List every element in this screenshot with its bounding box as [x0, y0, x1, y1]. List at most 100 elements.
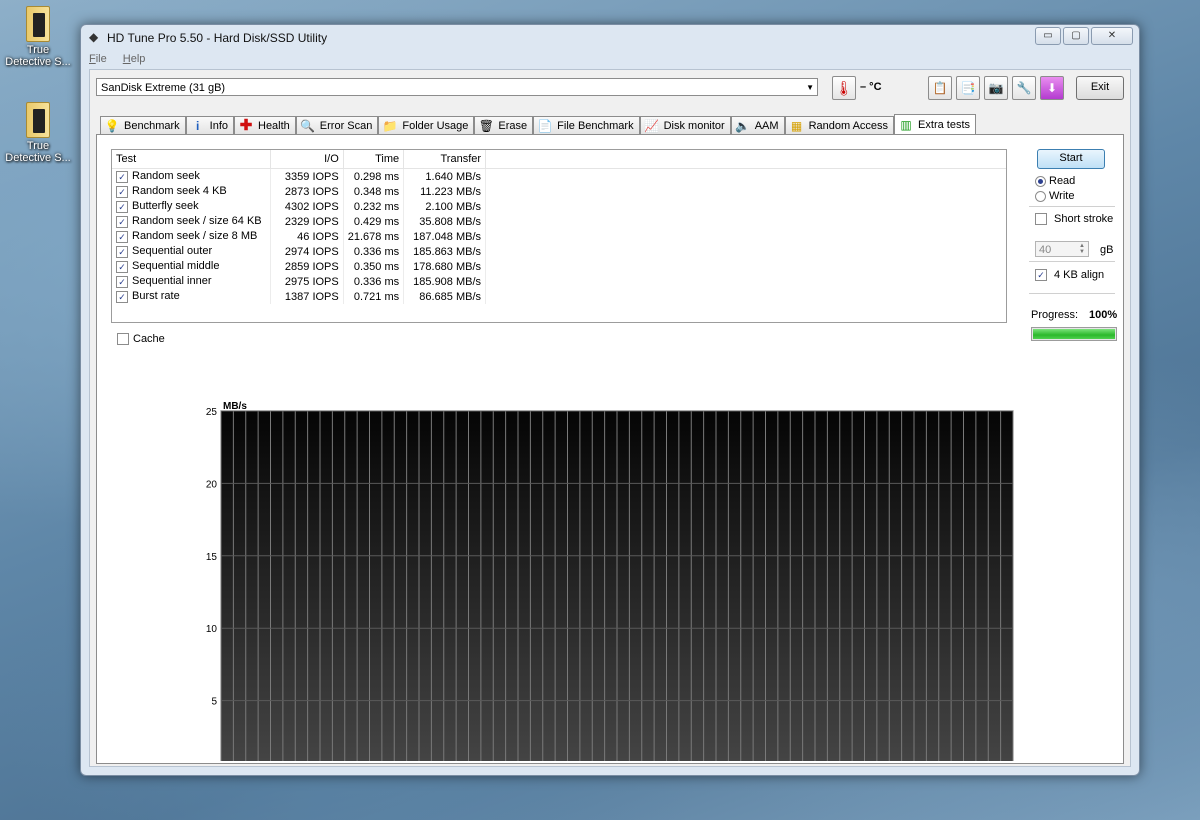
test-checkbox[interactable]: ✓ [116, 230, 128, 243]
health-icon: ✚ [239, 117, 253, 134]
tab-label: Random Access [808, 120, 889, 132]
read-radio-dot[interactable] [1035, 175, 1046, 187]
column-header-time[interactable]: Time [343, 150, 405, 169]
maximize-button[interactable]: ▢ [1063, 27, 1089, 45]
time-cell: 0.336 ms [343, 244, 405, 259]
minimize-button[interactable]: ▭ [1035, 27, 1061, 45]
test-name: Random seek [132, 170, 200, 183]
tab-erase[interactable]: 🗑 Erase [474, 116, 534, 135]
desktop-icon-label: True Detective S... [5, 44, 71, 68]
tab-bar: 💡 Benchmark i Info ✚ Health 🔍 Error Scan 📁 Fo… [100, 114, 977, 135]
write-radio-dot[interactable] [1035, 190, 1046, 202]
read-radio[interactable]: Read [1035, 175, 1075, 187]
stroke-size-stepper[interactable]: 40 ▲ ▼ [1035, 241, 1089, 257]
trash-icon: 🗑 [478, 119, 495, 133]
tab-random-access[interactable]: ▦ Random Access [784, 116, 895, 135]
menu-file[interactable]: File [89, 53, 107, 65]
options-icon: 🔧 [1016, 81, 1032, 95]
copy-info-button[interactable]: 📋 [928, 76, 952, 100]
table-row[interactable]: ✓ Burst rate 1387 IOPS 0.721 ms 86.685 MB/s [112, 289, 1006, 304]
temperature-button[interactable]: 🌡 [832, 76, 856, 100]
transfer-cell: 185.863 MB/s [403, 244, 487, 259]
table-row[interactable]: ✓ Random seek / size 8 MB 46 IOPS 21.678 ms… [112, 229, 1006, 244]
copy-results-button[interactable]: 📑 [956, 76, 980, 100]
extra-tests-icon: ▥ [900, 118, 912, 132]
transfer-cell: 178.680 MB/s [403, 259, 487, 274]
transfer-cell: 187.048 MB/s [403, 229, 487, 244]
io-cell: 2873 IOPS [270, 184, 344, 199]
tab-benchmark[interactable]: 💡 Benchmark [100, 116, 186, 135]
table-row[interactable]: ✓ Sequential inner 2975 IOPS 0.336 ms 185.90… [112, 274, 1006, 289]
test-checkbox[interactable]: ✓ [116, 215, 128, 228]
stroke-size-value: 40 [1039, 244, 1052, 256]
close-button[interactable]: ✕ [1091, 27, 1133, 45]
column-header-empty [485, 150, 1006, 169]
test-cell: ✓ Random seek [112, 168, 271, 184]
align-checkbox[interactable]: ✓ 4 KB align [1035, 269, 1104, 281]
test-checkbox[interactable]: ✓ [116, 170, 128, 183]
tab-label: Error Scan [319, 120, 373, 132]
tab-folder-usage[interactable]: 📁 Folder Usage [378, 116, 475, 135]
table-row[interactable]: ✓ Sequential outer 2974 IOPS 0.336 ms 185.86… [112, 244, 1006, 259]
test-name: Random seek / size 8 MB [132, 230, 258, 243]
short-stroke-checkbox[interactable]: Short stroke [1035, 213, 1113, 225]
file-benchmark-icon: 📄 [537, 119, 553, 133]
column-header-io[interactable]: I/O [270, 150, 344, 169]
table-row[interactable]: ✓ Butterfly seek 4302 IOPS 0.232 ms 2.100 MB… [112, 199, 1006, 214]
test-checkbox[interactable]: ✓ [116, 200, 128, 213]
table-row[interactable]: ✓ Random seek 3359 IOPS 0.298 ms 1.640 MB/s [112, 168, 1006, 184]
tab-info[interactable]: i Info [185, 116, 234, 135]
align-checkbox-box[interactable]: ✓ [1035, 269, 1047, 281]
options-button[interactable]: 🔧 [1012, 76, 1036, 100]
disk-monitor-icon: 📈 [644, 119, 660, 133]
tab-extra-tests[interactable]: ▥ Extra tests [894, 114, 977, 135]
table-row[interactable]: ✓ Random seek / size 64 KB 2329 IOPS 0.429 … [112, 214, 1006, 229]
tab-label: Folder Usage [402, 120, 469, 132]
tab-health[interactable]: ✚ Health [234, 116, 296, 135]
tab-file-benchmark[interactable]: 📄 File Benchmark [533, 116, 640, 135]
tab-label: Health [258, 120, 290, 132]
title-bar[interactable]: ◆ HD Tune Pro 5.50 - Hard Disk/SSD Utili… [81, 25, 1139, 51]
divider [1029, 293, 1115, 294]
write-radio[interactable]: Write [1035, 190, 1074, 202]
short-stroke-box[interactable] [1035, 213, 1047, 225]
desktop-folder-icon-2[interactable]: True Detective S... [4, 102, 72, 164]
time-cell: 0.350 ms [343, 259, 405, 274]
tab-label: Erase [498, 120, 528, 132]
cache-checkbox-box[interactable] [117, 333, 129, 346]
tab-aam[interactable]: 🔈 AAM [730, 116, 785, 135]
table-row[interactable]: ✓ Sequential middle 2859 IOPS 0.350 ms 178.6… [112, 259, 1006, 274]
drive-select[interactable]: SanDisk Extreme (31 gB) ▼ [96, 78, 818, 96]
start-button[interactable]: Start [1037, 149, 1105, 169]
column-header-test[interactable]: Test [112, 150, 271, 169]
tab-label: Extra tests [918, 119, 971, 131]
stepper-arrows-icon[interactable]: ▲ ▼ [1077, 243, 1087, 256]
exit-button[interactable]: Exit [1076, 76, 1124, 100]
screenshot-button[interactable]: 📷 [984, 76, 1008, 100]
column-header-transfer[interactable]: Transfer [403, 150, 487, 169]
menu-help[interactable]: Help [123, 53, 146, 65]
table-row[interactable]: ✓ Random seek 4 KB 2873 IOPS 0.348 ms 11.223… [112, 184, 1006, 199]
copy-info-icon: 📋 [932, 81, 948, 95]
client-area: SanDisk Extreme (31 gB) ▼ 🌡 – °C 📋 📑 📷 🔧… [89, 69, 1131, 767]
io-cell: 4302 IOPS [270, 199, 344, 214]
test-checkbox[interactable]: ✓ [116, 260, 128, 273]
screenshot-icon: 📷 [988, 81, 1004, 95]
test-cell: ✓ Sequential outer [112, 244, 271, 259]
app-icon: ◆ [89, 30, 99, 44]
test-checkbox[interactable]: ✓ [116, 245, 128, 258]
test-checkbox[interactable]: ✓ [116, 290, 128, 303]
y-tick-label: 25 [206, 407, 218, 418]
transfer-cell: 86.685 MB/s [403, 289, 487, 304]
time-cell: 21.678 ms [343, 229, 405, 244]
tab-error-scan[interactable]: 🔍 Error Scan [295, 116, 379, 135]
cache-checkbox[interactable]: Cache [117, 333, 165, 346]
save-button[interactable]: ⬇ [1040, 76, 1064, 100]
tab-disk-monitor[interactable]: 📈 Disk monitor [639, 116, 731, 135]
test-checkbox[interactable]: ✓ [116, 185, 128, 198]
folder-icon [26, 102, 50, 138]
empty-cell [486, 184, 1006, 199]
test-checkbox[interactable]: ✓ [116, 275, 128, 288]
desktop-folder-icon-1[interactable]: True Detective S... [4, 6, 72, 68]
thermometer-icon: 🌡 [835, 80, 853, 96]
